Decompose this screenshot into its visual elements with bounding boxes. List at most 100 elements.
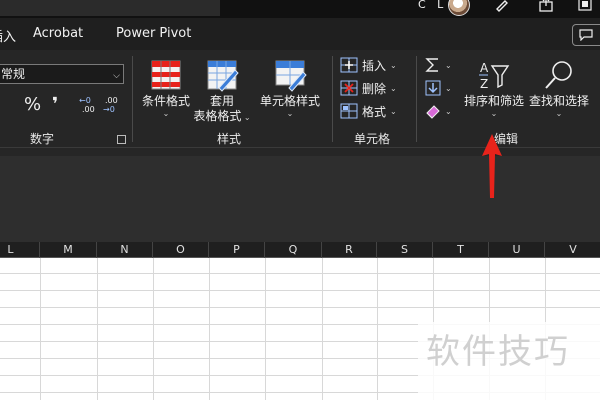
column-header[interactable]: P: [209, 242, 265, 258]
format-as-table-label-1: 套用: [209, 94, 234, 108]
sort-filter-label: 排序和筛选: [463, 94, 524, 108]
svg-text:.00: .00: [82, 105, 95, 114]
format-cells-button[interactable]: 格式 ⌄: [340, 101, 397, 121]
title-search-box[interactable]: [0, 0, 220, 16]
column-header[interactable]: Q: [265, 242, 322, 258]
chevron-down-icon: ⌄: [555, 109, 563, 118]
chevron-down-icon: ⌄: [445, 83, 452, 93]
svg-text:→0: →0: [103, 105, 115, 114]
group-divider: [332, 56, 333, 142]
ribbon-tab-row: 插入 Acrobat Power Pivot: [0, 18, 600, 50]
format-as-table-button[interactable]: 套用 表格格式 ⌄: [192, 58, 252, 124]
avatar[interactable]: [448, 0, 470, 16]
grid-line: [265, 258, 266, 400]
grid-line: [0, 273, 600, 274]
group-label-number: 数字: [30, 132, 55, 146]
svg-text:A: A: [480, 61, 489, 75]
delete-cells-label: 删除: [362, 81, 387, 96]
column-header[interactable]: R: [322, 242, 377, 258]
insert-cells-icon: [340, 57, 358, 73]
eraser-icon: [424, 103, 442, 119]
format-as-table-label-2: 表格格式 ⌄: [193, 109, 251, 123]
share-icon[interactable]: [538, 0, 554, 12]
group-divider: [132, 56, 133, 142]
column-header[interactable]: N: [97, 242, 153, 258]
delete-cells-button[interactable]: 删除 ⌄: [340, 78, 397, 98]
increase-decimal-icon[interactable]: ←0.00: [78, 94, 98, 114]
chevron-down-icon: ⌄: [162, 109, 170, 118]
find-select-button[interactable]: 查找和选择 ⌄: [528, 58, 590, 118]
watermark: 软件技巧: [418, 322, 600, 400]
column-header[interactable]: O: [153, 242, 209, 258]
cell-styles-label: 单元格样式: [259, 94, 320, 108]
column-header[interactable]: V: [545, 242, 600, 258]
clear-button[interactable]: ⌄: [424, 102, 458, 120]
fill-down-icon: [424, 80, 442, 96]
svg-text:←0: ←0: [79, 96, 91, 105]
find-select-label: 查找和选择: [528, 94, 589, 108]
group-divider: [416, 56, 417, 142]
ribbon-bottom-strip: [0, 148, 600, 156]
currency-format-button[interactable]: ¥⌄: [0, 94, 1, 115]
delete-cells-icon: [340, 80, 358, 96]
column-header[interactable]: T: [433, 242, 489, 258]
group-label-cells: 单元格: [354, 132, 391, 146]
grid-line: [97, 258, 98, 400]
conditional-format-icon: [149, 58, 183, 92]
collapse-ribbon-icon[interactable]: [578, 0, 592, 11]
insert-cells-button[interactable]: 插入 ⌄: [340, 55, 397, 75]
chevron-down-icon: ⌄: [390, 60, 397, 70]
decrease-decimal-icon[interactable]: .00 →0: [102, 94, 122, 114]
grid-line: [209, 258, 210, 400]
grid-line: [377, 258, 378, 400]
cell-styles-icon: [273, 58, 307, 92]
grid-line: [0, 290, 600, 291]
chevron-down-icon: ⌵: [113, 71, 120, 81]
conditional-format-label: 条件格式: [141, 94, 190, 108]
number-format-value: 常规: [1, 67, 26, 81]
column-header[interactable]: S: [377, 242, 433, 258]
column-header-row: L M N O P Q R S T U V: [0, 242, 600, 258]
comment-icon: [579, 29, 593, 41]
tab-insert[interactable]: 插入: [0, 26, 16, 45]
chevron-down-icon: ⌄: [445, 106, 452, 116]
grid-line: [0, 307, 600, 308]
conditional-format-button[interactable]: 条件格式 ⌄: [140, 58, 192, 118]
pen-icon[interactable]: [494, 0, 510, 12]
sort-filter-button[interactable]: AZ 排序和筛选 ⌄: [462, 58, 526, 118]
sort-filter-icon: AZ: [477, 58, 511, 92]
chevron-down-icon: ⌄: [390, 106, 397, 116]
cell-styles-button[interactable]: 单元格样式 ⌄: [258, 58, 322, 118]
column-header[interactable]: L: [0, 242, 40, 258]
chevron-down-icon: ⌄: [490, 109, 498, 118]
ribbon: 常规 ⌵ ¥⌄ % ❜ ←0.00 .00→0 数字 条件格式 ⌄ 套用 表格格…: [0, 50, 600, 148]
chevron-down-icon: ⌄: [390, 83, 397, 93]
group-label-styles: 样式: [217, 132, 242, 146]
number-format-select[interactable]: 常规 ⌵: [0, 64, 124, 84]
tab-acrobat[interactable]: Acrobat: [33, 26, 83, 41]
column-header[interactable]: U: [489, 242, 545, 258]
annotation-arrow-icon: [480, 132, 504, 200]
format-cells-icon: [340, 103, 358, 119]
user-initials[interactable]: C L: [418, 0, 447, 11]
number-dialog-launcher-icon[interactable]: [117, 135, 126, 144]
grid-line: [153, 258, 154, 400]
chevron-down-icon: ⌄: [286, 109, 294, 118]
formula-bar-area: [0, 148, 600, 242]
comments-button[interactable]: [572, 24, 600, 46]
autosum-button[interactable]: ⌄: [424, 56, 458, 74]
chevron-down-icon: ⌄: [445, 60, 452, 70]
comma-style-button[interactable]: ❜: [52, 94, 58, 115]
tab-power-pivot[interactable]: Power Pivot: [116, 26, 191, 41]
column-header[interactable]: M: [40, 242, 97, 258]
fill-button[interactable]: ⌄: [424, 79, 458, 97]
grid-line: [322, 258, 323, 400]
magnifier-icon: [542, 58, 576, 92]
format-as-table-icon: [205, 58, 239, 92]
chevron-down-icon: ⌄: [241, 113, 251, 122]
svg-text:Z: Z: [480, 77, 488, 91]
title-bar: C L: [0, 0, 600, 18]
autosum-icon: [424, 57, 442, 73]
insert-cells-label: 插入: [362, 58, 387, 73]
percent-style-button[interactable]: %: [24, 94, 41, 115]
